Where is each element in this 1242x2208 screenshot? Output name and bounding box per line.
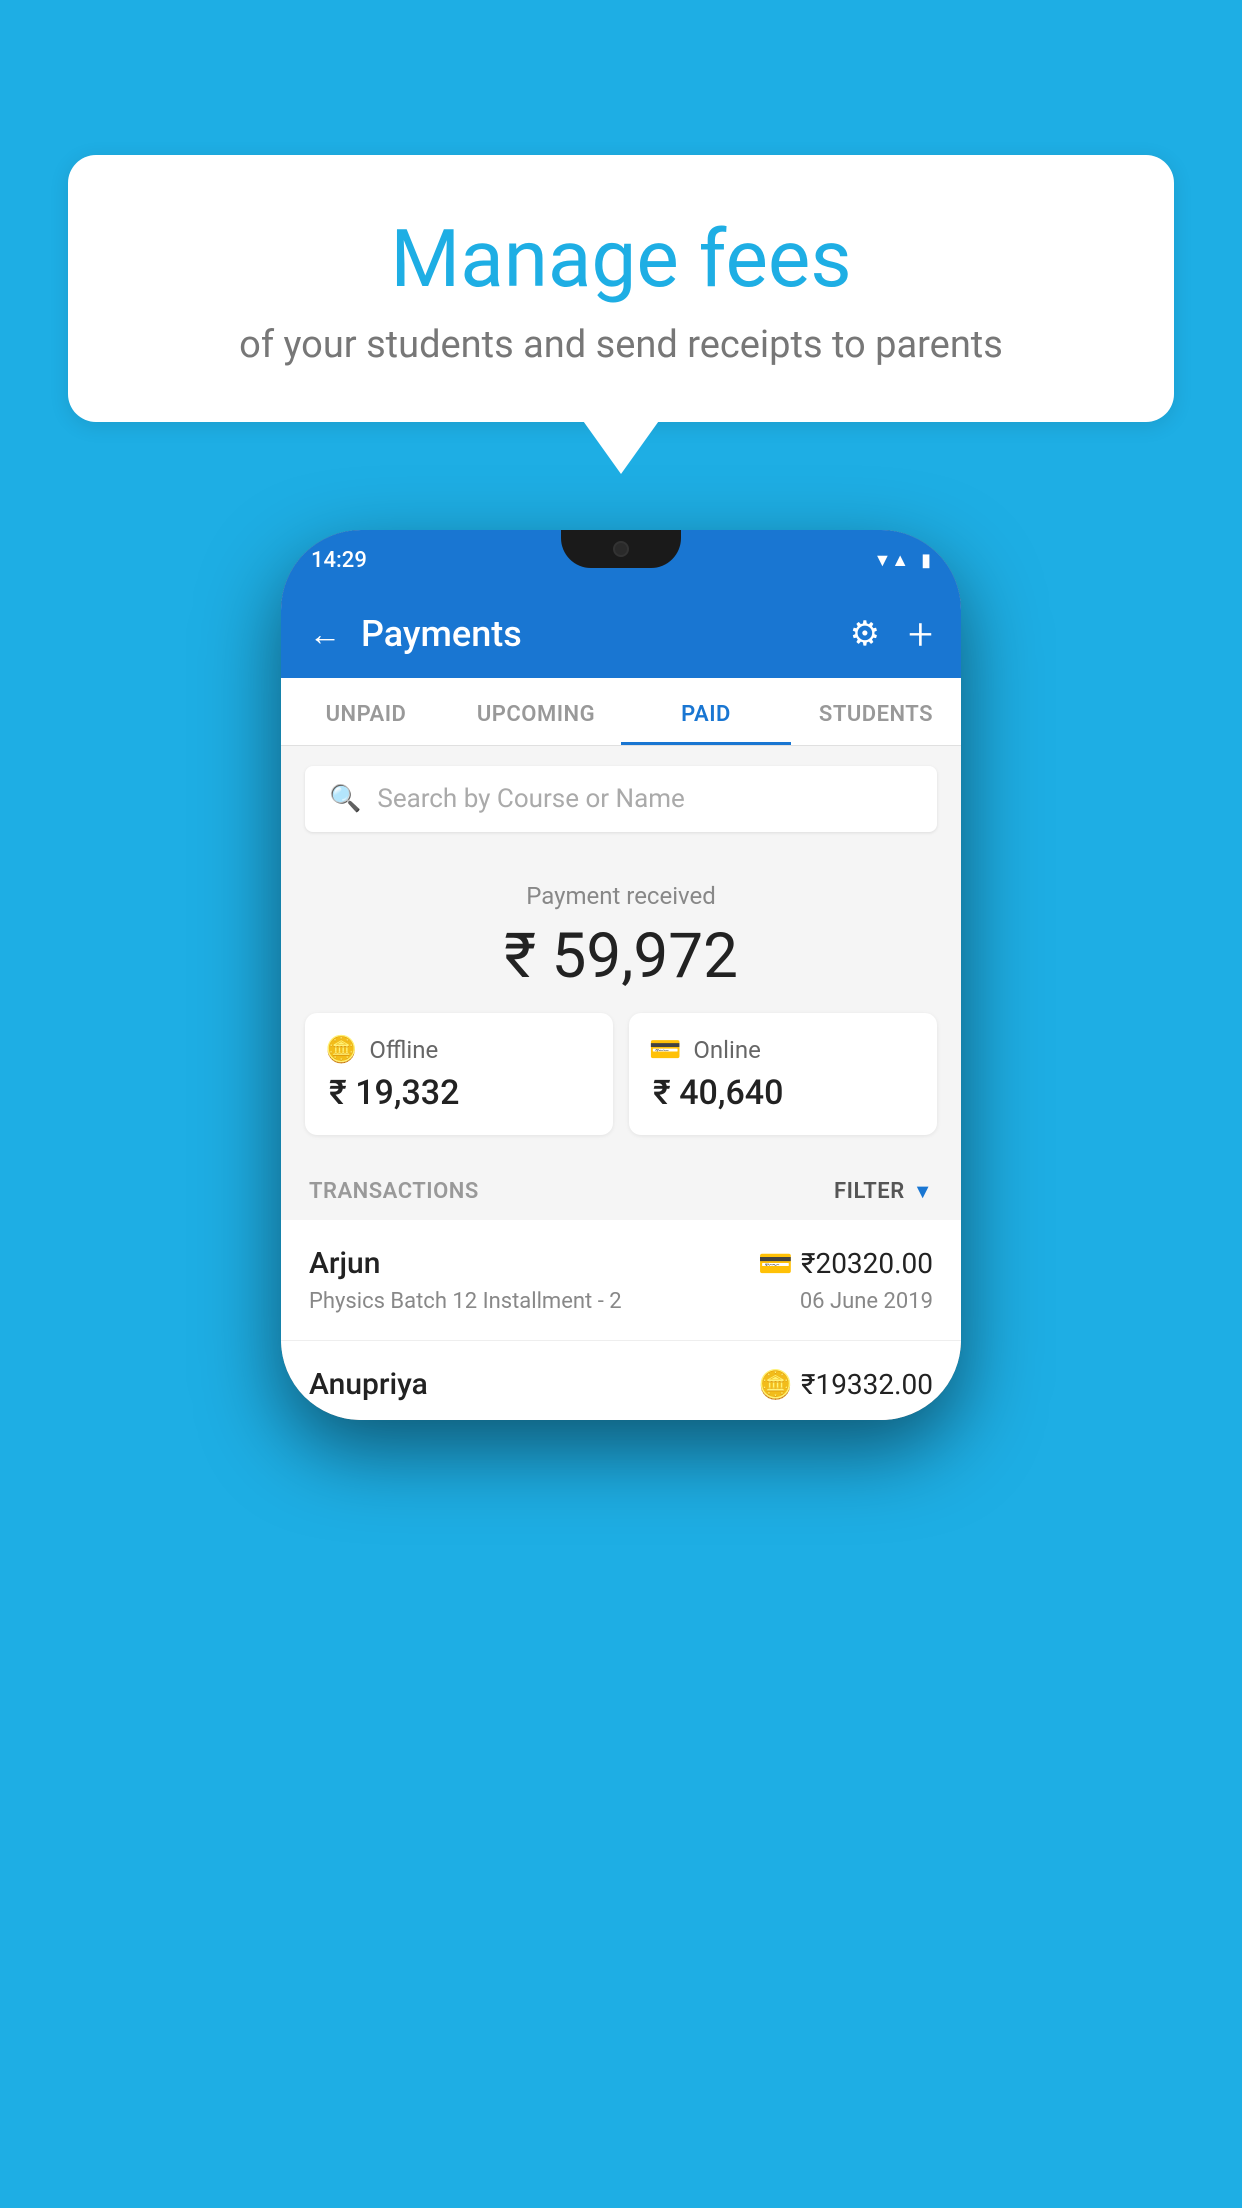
camera xyxy=(613,541,629,557)
transaction-course: Physics Batch 12 Installment - 2 xyxy=(309,1289,622,1314)
tab-upcoming[interactable]: UPCOMING xyxy=(451,678,621,745)
online-card-header: 💳 Online xyxy=(649,1035,761,1065)
transactions-header: TRANSACTIONS FILTER ▼ xyxy=(281,1155,961,1220)
speech-bubble: Manage fees of your students and send re… xyxy=(68,155,1174,422)
search-box[interactable]: 🔍 Search by Course or Name xyxy=(305,766,937,832)
table-row[interactable]: Anupriya 🪙 ₹19332.00 xyxy=(281,1341,961,1420)
transactions-label: TRANSACTIONS xyxy=(309,1179,479,1204)
tabs-bar: UNPAID UPCOMING PAID STUDENTS xyxy=(281,678,961,746)
tab-unpaid[interactable]: UNPAID xyxy=(281,678,451,745)
online-icon: 💳 xyxy=(649,1035,681,1065)
payment-cards: 🪙 Offline ₹ 19,332 💳 Online ₹ 40,640 xyxy=(305,1013,937,1135)
filter-label: FILTER xyxy=(834,1179,905,1204)
phone-wrapper: 14:29 ▼▲ ▮ ← Payments ⚙ + UNPAID UPCOMIN… xyxy=(281,530,961,1420)
bubble-subtitle: of your students and send receipts to pa… xyxy=(128,323,1114,367)
filter-button[interactable]: FILTER ▼ xyxy=(834,1179,933,1204)
search-input[interactable]: Search by Course or Name xyxy=(377,784,684,814)
status-icons: ▼▲ ▮ xyxy=(873,550,931,571)
offline-card-header: 🪙 Offline xyxy=(325,1035,438,1065)
transaction-row-top: Anupriya 🪙 ₹19332.00 xyxy=(309,1367,933,1402)
online-card: 💳 Online ₹ 40,640 xyxy=(629,1013,937,1135)
transaction-amount: 🪙 ₹19332.00 xyxy=(758,1368,933,1401)
phone-screen: 14:29 ▼▲ ▮ ← Payments ⚙ + UNPAID UPCOMIN… xyxy=(281,530,961,1420)
bubble-title: Manage fees xyxy=(128,215,1114,303)
filter-icon: ▼ xyxy=(913,1179,933,1204)
transaction-name: Arjun xyxy=(309,1246,380,1281)
add-button[interactable]: + xyxy=(908,608,933,660)
payment-type-icon: 🪙 xyxy=(758,1368,793,1401)
online-amount: ₹ 40,640 xyxy=(649,1073,783,1113)
phone-frame: 14:29 ▼▲ ▮ ← Payments ⚙ + UNPAID UPCOMIN… xyxy=(281,530,961,1420)
battery-icon: ▮ xyxy=(921,550,931,571)
online-label: Online xyxy=(693,1036,760,1064)
app-header: ← Payments ⚙ + xyxy=(281,590,961,678)
transaction-amount: 💳 ₹20320.00 xyxy=(758,1247,933,1280)
offline-card: 🪙 Offline ₹ 19,332 xyxy=(305,1013,613,1135)
transaction-row-bottom: Physics Batch 12 Installment - 2 06 June… xyxy=(309,1289,933,1314)
wifi-icon: ▼▲ xyxy=(873,550,909,571)
search-container: 🔍 Search by Course or Name xyxy=(281,746,961,852)
search-icon: 🔍 xyxy=(329,784,361,814)
offline-icon: 🪙 xyxy=(325,1035,357,1065)
tab-students[interactable]: STUDENTS xyxy=(791,678,961,745)
tab-paid[interactable]: PAID xyxy=(621,678,791,745)
payment-received-label: Payment received xyxy=(305,882,937,910)
payment-summary: Payment received ₹ 59,972 🪙 Offline ₹ 19… xyxy=(281,852,961,1155)
settings-button[interactable]: ⚙ xyxy=(850,614,880,654)
transaction-date: 06 June 2019 xyxy=(800,1289,933,1314)
payment-type-icon: 💳 xyxy=(758,1247,793,1280)
table-row[interactable]: Arjun 💳 ₹20320.00 Physics Batch 12 Insta… xyxy=(281,1220,961,1341)
page-title: Payments xyxy=(361,613,830,655)
transaction-row-top: Arjun 💳 ₹20320.00 xyxy=(309,1246,933,1281)
offline-label: Offline xyxy=(369,1036,438,1064)
offline-amount: ₹ 19,332 xyxy=(325,1073,459,1113)
back-button[interactable]: ← xyxy=(309,615,341,653)
status-bar: 14:29 ▼▲ ▮ xyxy=(281,530,961,590)
status-time: 14:29 xyxy=(311,548,367,573)
payment-total: ₹ 59,972 xyxy=(305,920,937,993)
phone-notch xyxy=(561,530,681,568)
transaction-name: Anupriya xyxy=(309,1367,428,1402)
